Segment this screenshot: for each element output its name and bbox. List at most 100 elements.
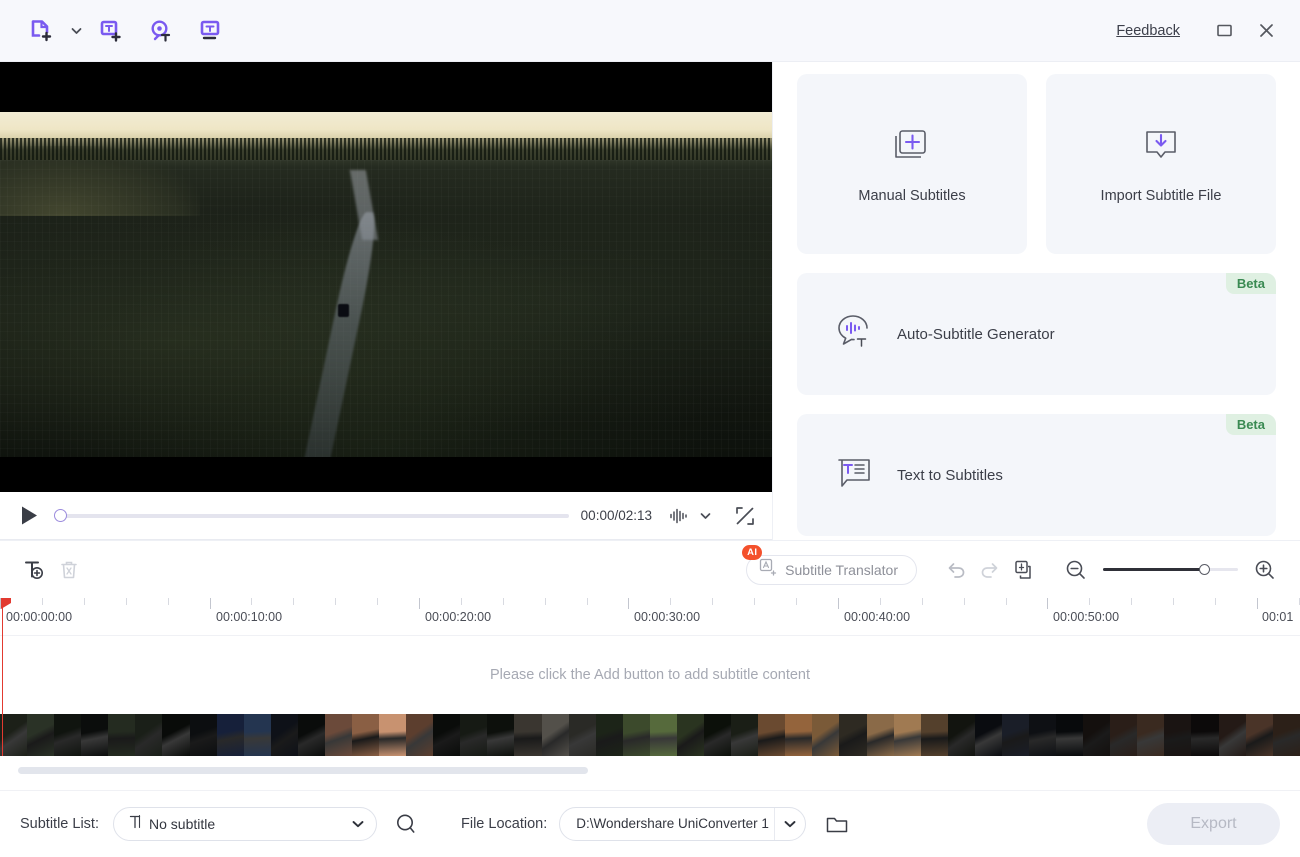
ruler-label: 00:00:50:00 — [1053, 610, 1120, 624]
seek-handle[interactable] — [54, 509, 67, 522]
volume-waveform-icon[interactable] — [666, 503, 692, 529]
ruler-label: 00:00:30:00 — [634, 610, 701, 624]
text-to-subtitle-icon[interactable] — [188, 9, 234, 53]
ruler-tick-major — [1047, 598, 1048, 609]
filmstrip-thumbnail — [135, 714, 163, 756]
speech-waveform-icon — [833, 312, 875, 357]
filmstrip-thumbnail — [839, 714, 867, 756]
close-icon[interactable] — [1246, 11, 1286, 51]
subtitle-translator-button[interactable]: Subtitle Translator — [746, 554, 917, 585]
ruler-tick-minor — [1089, 598, 1090, 605]
ruler-tick-minor — [503, 598, 504, 605]
video-filmstrip[interactable] — [0, 714, 1300, 756]
file-location-chevron-down-icon[interactable] — [775, 820, 805, 828]
redo-icon[interactable] — [973, 553, 1007, 587]
subtitle-track-area[interactable]: Please click the Add button to add subti… — [0, 636, 1300, 714]
uniconverter-subtitle-editor: Feedback 00:00/02:13 Manual Subtitles Im… — [0, 0, 1300, 857]
video-frame — [0, 112, 772, 457]
filmstrip-thumbnail — [1164, 714, 1192, 756]
filmstrip-thumbnail — [1137, 714, 1165, 756]
filmstrip-thumbnail — [297, 714, 325, 756]
filmstrip-thumbnail — [108, 714, 136, 756]
add-subtitle-box-icon[interactable] — [88, 9, 134, 53]
volume-dropdown-caret[interactable] — [692, 503, 718, 529]
filmstrip-thumbnail — [731, 714, 759, 756]
subtitle-list-select[interactable]: No subtitle — [113, 807, 377, 841]
filmstrip-thumbnail — [622, 714, 650, 756]
letterbox-bottom — [0, 457, 772, 492]
ai-badge: AI — [742, 544, 763, 560]
filmstrip-thumbnail — [324, 714, 353, 756]
video-preview[interactable] — [0, 62, 772, 492]
feedback-link[interactable]: Feedback — [1106, 17, 1190, 45]
auto-subtitle-generator-card[interactable]: Beta Auto-Subtitle Generator — [797, 273, 1276, 395]
ruler-tick-minor — [922, 598, 923, 605]
filmstrip-thumbnail — [812, 714, 840, 756]
auto-subtitle-generator-label: Auto-Subtitle Generator — [897, 325, 1055, 343]
ruler-tick-minor — [1173, 598, 1174, 605]
filmstrip-thumbnail — [27, 714, 55, 756]
add-text-icon[interactable] — [18, 553, 52, 587]
import-down-arrow-icon — [1139, 125, 1183, 170]
ruler-tick-minor — [880, 598, 881, 605]
ruler-tick-minor — [42, 598, 43, 605]
zoom-slider[interactable] — [1103, 562, 1238, 578]
file-location-select[interactable]: D:\Wondershare UniConverter 1 — [559, 807, 807, 841]
seek-bar[interactable] — [52, 506, 569, 526]
text-to-subtitles-label: Text to Subtitles — [897, 466, 1003, 484]
window-controls: Feedback — [1106, 11, 1300, 51]
ruler-label: 00:00:00:00 — [6, 610, 73, 624]
zoom-in-icon[interactable] — [1248, 553, 1282, 587]
text-to-subtitles-card[interactable]: Beta Text to Subtitles — [797, 414, 1276, 536]
export-button[interactable]: Export — [1147, 803, 1280, 845]
add-file-icon[interactable] — [18, 9, 64, 53]
filmstrip-thumbnail — [189, 714, 217, 756]
zoom-out-icon[interactable] — [1059, 553, 1093, 587]
ruler-tick-minor — [293, 598, 294, 605]
maximize-icon[interactable] — [1204, 11, 1244, 51]
car-shape — [338, 304, 349, 317]
filmstrip-thumbnail — [1001, 714, 1029, 756]
translate-icon — [759, 558, 777, 581]
ruler-label: 00:01 — [1262, 610, 1294, 624]
undo-icon[interactable] — [939, 553, 973, 587]
ruler-tick-minor — [545, 598, 546, 605]
ruler-tick-minor — [126, 598, 127, 605]
zoom-slider-handle[interactable] — [1198, 564, 1210, 575]
ruler-label: 00:00:20:00 — [425, 610, 492, 624]
filmstrip-thumbnail — [595, 714, 623, 756]
filmstrip-thumbnail — [1245, 714, 1273, 756]
ruler-tick-minor — [964, 598, 965, 605]
folder-icon[interactable] — [820, 807, 854, 841]
filmstrip-thumbnail — [1272, 714, 1300, 756]
manual-subtitles-label: Manual Subtitles — [858, 187, 966, 204]
seek-track — [62, 513, 569, 518]
filmstrip-thumbnail — [514, 714, 542, 756]
timeline-ruler[interactable]: 00:00:00:00 00:00:10:00 00:00:20:00 00:00:3… — [0, 598, 1300, 636]
filmstrip-thumbnail — [54, 714, 82, 756]
filmstrip-thumbnail — [947, 714, 975, 756]
horizontal-scrollbar[interactable] — [18, 767, 588, 774]
timeline-toolbar: AI Subtitle Translator — [0, 540, 1300, 598]
fullscreen-icon[interactable] — [732, 503, 758, 529]
ruler-tick-minor — [168, 598, 169, 605]
ruler-tick-major — [210, 598, 211, 609]
filmstrip-thumbnail — [270, 714, 298, 756]
ruler-tick-minor — [587, 598, 588, 605]
import-subtitle-file-card[interactable]: Import Subtitle File — [1046, 74, 1276, 254]
auto-subtitle-icon[interactable] — [138, 9, 184, 53]
split-icon[interactable] — [1007, 553, 1041, 587]
filmstrip-thumbnail — [460, 714, 488, 756]
zoom-slider-fill — [1103, 568, 1205, 571]
ruler-tick-minor — [1215, 598, 1216, 605]
subtitle-translator-group: AI Subtitle Translator — [742, 544, 917, 585]
add-file-dropdown-caret[interactable] — [68, 9, 84, 53]
file-location-value: D:\Wondershare UniConverter 1 — [560, 808, 776, 840]
manual-subtitles-card[interactable]: Manual Subtitles — [797, 74, 1027, 254]
subtitle-options-panel: Manual Subtitles Import Subtitle File Be… — [772, 62, 1300, 540]
text-box-icon — [833, 453, 875, 498]
delete-icon[interactable] — [52, 553, 86, 587]
ruler-tick-major — [419, 598, 420, 609]
play-button[interactable] — [14, 501, 44, 531]
search-icon[interactable] — [389, 807, 423, 841]
